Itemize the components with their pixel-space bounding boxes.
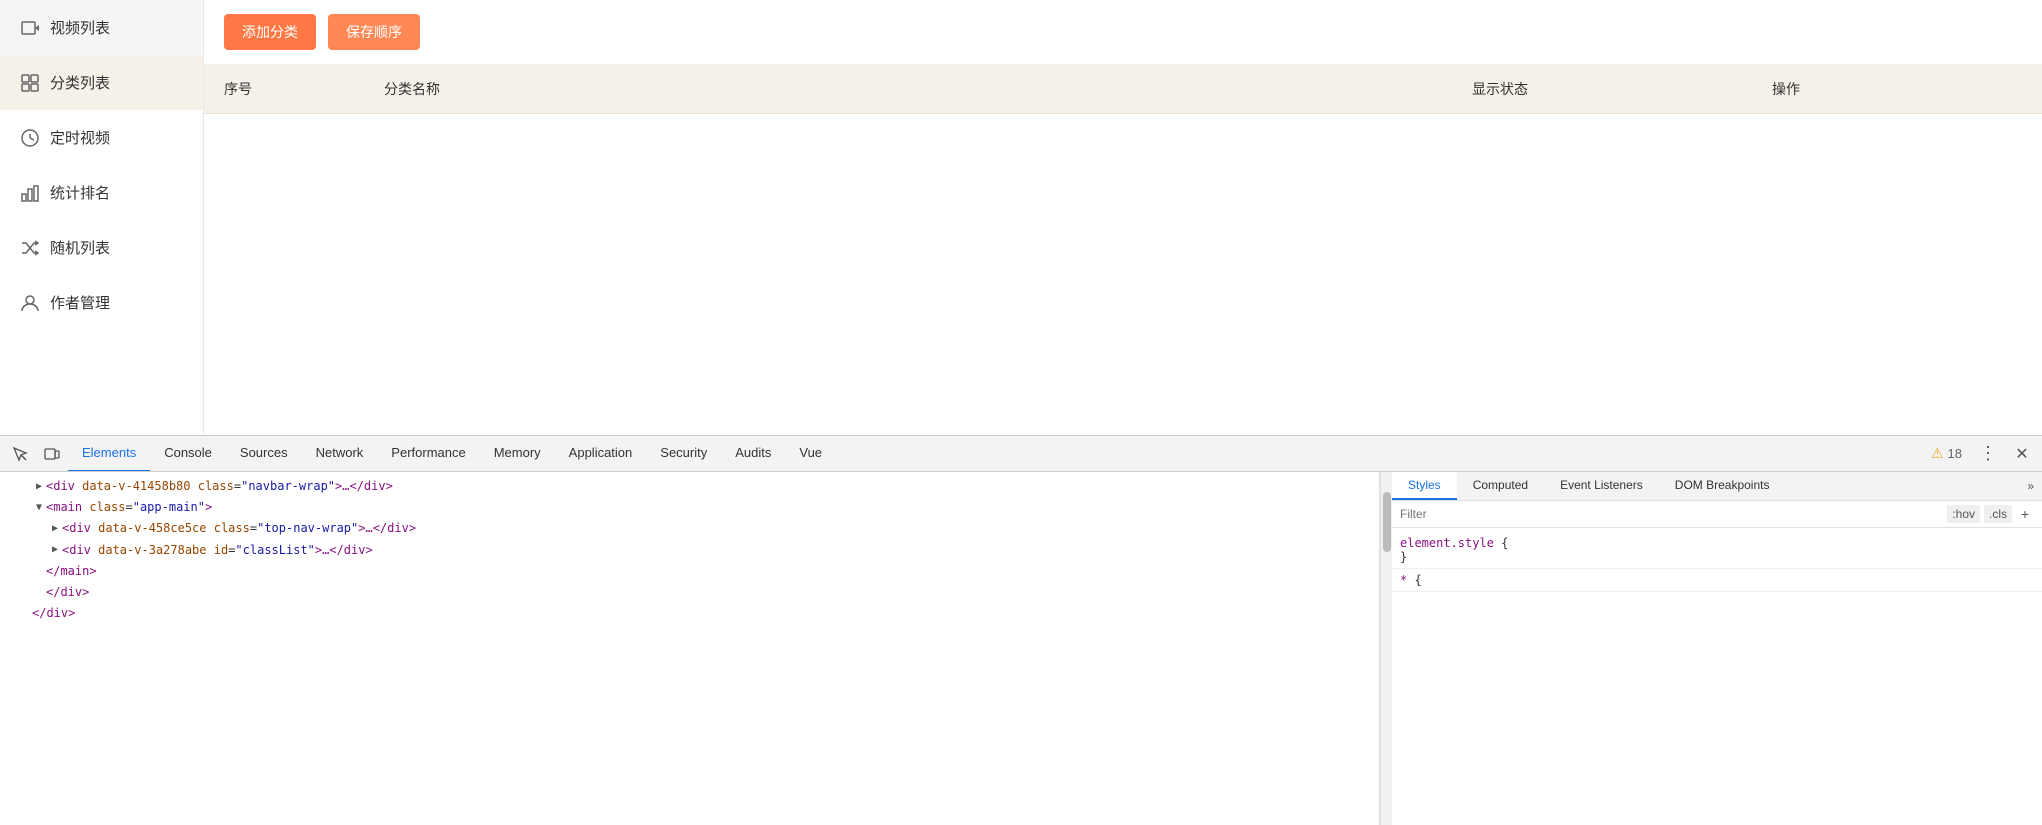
- bar-chart-icon: [20, 183, 40, 203]
- filter-actions: :hov .cls +: [1947, 505, 2034, 523]
- sidebar-item-stats-ranking-label: 统计排名: [50, 182, 110, 203]
- devtools-toolbar: Elements Console Sources Network Perform…: [0, 436, 2042, 472]
- tab-console[interactable]: Console: [150, 436, 226, 471]
- dom-triangle[interactable]: ▶: [48, 542, 62, 558]
- add-style-rule-button[interactable]: +: [2016, 505, 2034, 523]
- sidebar: 视频列表 分类列表 定时视频: [0, 0, 204, 435]
- save-order-button[interactable]: 保存顺序: [328, 14, 420, 50]
- table-header: 序号 分类名称 显示状态 操作: [204, 65, 2042, 114]
- styles-more-button[interactable]: »: [2019, 472, 2042, 500]
- cls-filter-button[interactable]: .cls: [1984, 505, 2012, 523]
- sidebar-item-random-list[interactable]: 随机列表: [0, 220, 203, 275]
- sidebar-item-stats-ranking[interactable]: 统计排名: [0, 165, 203, 220]
- devtools-right-icons: ⚠ 18 ⋮ ✕: [1923, 438, 2038, 470]
- video-icon: [20, 18, 40, 38]
- styles-panel: Styles Computed Event Listeners DOM Brea…: [1392, 472, 2042, 825]
- col-header-action: 操作: [1772, 79, 2022, 99]
- tab-network[interactable]: Network: [302, 436, 378, 471]
- tab-dom-breakpoints[interactable]: DOM Breakpoints: [1659, 472, 1786, 500]
- dom-line[interactable]: </div>: [0, 603, 1379, 624]
- dom-triangle[interactable]: ▶: [32, 479, 46, 495]
- css-rule-wildcard: * {: [1392, 569, 2042, 592]
- tab-computed[interactable]: Computed: [1457, 472, 1544, 500]
- filter-row: :hov .cls +: [1392, 501, 2042, 528]
- styles-tabs: Styles Computed Event Listeners DOM Brea…: [1392, 472, 2042, 501]
- sidebar-item-video-list[interactable]: 视频列表: [0, 0, 203, 55]
- user-icon: [20, 293, 40, 313]
- elements-scrollbar[interactable]: [1380, 472, 1392, 825]
- sidebar-item-author-manage-label: 作者管理: [50, 292, 110, 313]
- main-content: 添加分类 保存顺序 序号 分类名称 显示状态 操作: [204, 0, 2042, 435]
- tab-event-listeners[interactable]: Event Listeners: [1544, 472, 1659, 500]
- col-header-seq: 序号: [224, 79, 384, 99]
- tab-audits[interactable]: Audits: [721, 436, 785, 471]
- dom-line[interactable]: </div>: [0, 582, 1379, 603]
- hover-filter-button[interactable]: :hov: [1947, 505, 1980, 523]
- col-header-name: 分类名称: [384, 79, 1472, 99]
- elements-panel[interactable]: ▶ <div data-v-41458b80 class = "navbar-w…: [0, 472, 1380, 825]
- dom-triangle[interactable]: ▶: [48, 521, 62, 537]
- sidebar-item-category-list[interactable]: 分类列表: [0, 55, 203, 110]
- sidebar-item-video-list-label: 视频列表: [50, 17, 110, 38]
- warning-icon: ⚠: [1931, 445, 1944, 462]
- category-icon: [20, 73, 40, 93]
- sidebar-item-scheduled-video[interactable]: 定时视频: [0, 110, 203, 165]
- dom-line[interactable]: </main>: [0, 561, 1379, 582]
- devtools-body: ▶ <div data-v-41458b80 class = "navbar-w…: [0, 472, 2042, 825]
- add-category-button[interactable]: 添加分类: [224, 14, 316, 50]
- sidebar-item-scheduled-video-label: 定时视频: [50, 127, 110, 148]
- sidebar-item-random-list-label: 随机列表: [50, 237, 110, 258]
- sidebar-item-category-list-label: 分类列表: [50, 72, 110, 93]
- dom-line[interactable]: ▶ <div data-v-458ce5ce class = "top-nav-…: [0, 518, 1379, 539]
- dom-line[interactable]: ▶ <div data-v-41458b80 class = "navbar-w…: [0, 476, 1379, 497]
- tab-sources[interactable]: Sources: [226, 436, 302, 471]
- tab-performance[interactable]: Performance: [377, 436, 479, 471]
- devtools-tabs: Elements Console Sources Network Perform…: [68, 436, 1923, 471]
- devtools-panel: Elements Console Sources Network Perform…: [0, 435, 2042, 825]
- sidebar-item-author-manage[interactable]: 作者管理: [0, 275, 203, 330]
- tab-styles[interactable]: Styles: [1392, 472, 1457, 500]
- tab-vue[interactable]: Vue: [785, 436, 836, 471]
- tab-security[interactable]: Security: [646, 436, 721, 471]
- close-devtools-icon[interactable]: ✕: [2006, 438, 2038, 470]
- clock-icon: [20, 128, 40, 148]
- col-header-status: 显示状态: [1472, 79, 1772, 99]
- warning-count: 18: [1948, 446, 1962, 461]
- dom-line[interactable]: ▶ <div data-v-3a278abe id = "classList" …: [0, 540, 1379, 561]
- dom-triangle[interactable]: ▼: [32, 500, 46, 516]
- inspect-element-icon[interactable]: [4, 438, 36, 470]
- shuffle-icon: [20, 238, 40, 258]
- scrollbar-thumb: [1383, 492, 1391, 552]
- css-rule-element-style: element.style { }: [1392, 532, 2042, 569]
- more-options-icon[interactable]: ⋮: [1972, 438, 2004, 470]
- styles-filter-input[interactable]: [1400, 507, 1943, 521]
- css-rules-panel: element.style { } * {: [1392, 528, 2042, 825]
- device-toolbar-icon[interactable]: [36, 438, 68, 470]
- toolbar: 添加分类 保存顺序: [204, 0, 2042, 65]
- tab-application[interactable]: Application: [555, 436, 647, 471]
- warning-badge[interactable]: ⚠ 18: [1923, 445, 1970, 462]
- dom-line[interactable]: ▼ <main class = "app-main" >: [0, 497, 1379, 518]
- tab-memory[interactable]: Memory: [480, 436, 555, 471]
- tab-elements[interactable]: Elements: [68, 436, 150, 471]
